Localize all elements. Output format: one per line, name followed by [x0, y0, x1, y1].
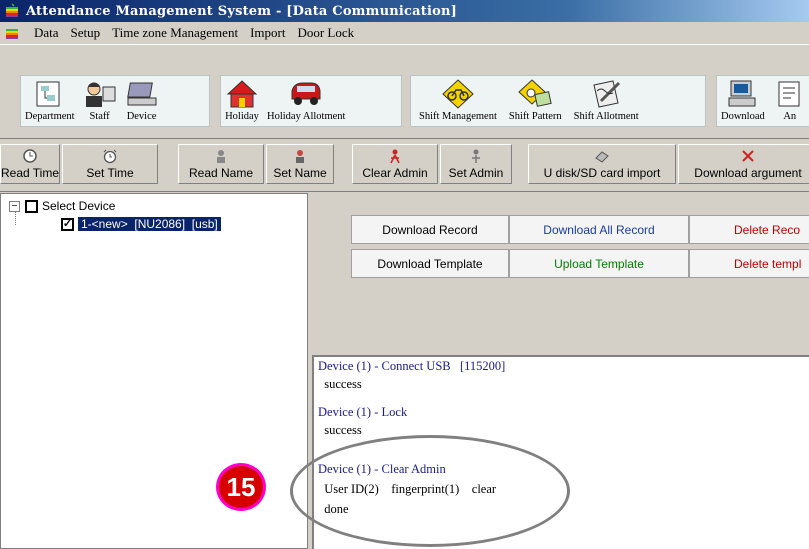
staff-label: Staff — [89, 111, 110, 122]
download-template-button[interactable]: Download Template — [351, 249, 509, 278]
delete-template-button[interactable]: Delete templ — [689, 249, 809, 278]
device-label: Device — [126, 111, 157, 122]
clock-sign-icon — [518, 79, 552, 107]
device-toolbar: Read Time Set Time Read Name Set Name Cl… — [0, 140, 809, 192]
holiday-label: Holiday — [225, 111, 259, 122]
holiday-allotment-label: Holiday Allotment — [267, 111, 346, 122]
usb-disk-import-button[interactable]: U disk/SD card import — [528, 144, 676, 184]
read-name-button[interactable]: Read Name — [178, 144, 264, 184]
toolbar-group-data: Download An — [716, 75, 809, 127]
bicycle-sign-icon — [442, 79, 474, 109]
select-all-checkbox[interactable] — [25, 199, 38, 213]
select-device-label: Select Device — [42, 199, 116, 213]
holiday-icon — [226, 80, 258, 108]
menu-data[interactable]: Data — [28, 25, 65, 41]
download-label: Download — [721, 111, 765, 122]
shift-allotment-label: Shift Allotment — [573, 111, 639, 122]
holiday-button[interactable]: Holiday — [221, 74, 263, 126]
department-icon — [36, 81, 60, 107]
read-name-icon — [217, 150, 225, 163]
shift-pattern-button[interactable]: Shift Pattern — [505, 74, 566, 126]
set-admin-button[interactable]: Set Admin — [440, 144, 512, 184]
shift-pattern-label: Shift Pattern — [508, 111, 562, 122]
download-record-button[interactable]: Download Record — [351, 215, 509, 244]
read-name-label: Read Name — [188, 166, 254, 180]
log-line: success — [318, 377, 362, 391]
tree-connector — [15, 212, 16, 225]
staff-button[interactable]: Staff — [79, 74, 121, 126]
window-title: Attendance Management System - [Data Com… — [26, 3, 457, 19]
computer-icon — [728, 80, 756, 107]
holiday-allotment-button[interactable]: Holiday Allotment — [263, 74, 349, 126]
action-panel: Download Record Download All Record Dele… — [309, 193, 809, 353]
set-name-icon — [296, 150, 304, 163]
menu-setup[interactable]: Setup — [65, 25, 107, 41]
clear-admin-button[interactable]: Clear Admin — [352, 144, 438, 184]
menu-import[interactable]: Import — [244, 25, 291, 41]
set-time-label: Set Time — [86, 166, 134, 180]
set-time-button[interactable]: Set Time — [62, 144, 158, 184]
apple-menu-icon[interactable] — [4, 25, 20, 41]
read-time-label: Read Time — [0, 166, 60, 180]
delete-record-button[interactable]: Delete Reco — [689, 215, 809, 244]
step-badge: 15 — [216, 463, 266, 511]
read-time-button[interactable]: Read Time — [0, 144, 60, 184]
shift-management-label: Shift Management — [419, 111, 497, 122]
download-all-record-button[interactable]: Download All Record — [509, 215, 689, 244]
pen-document-icon — [593, 80, 621, 108]
sd-card-icon — [595, 151, 609, 163]
download-argument-icon — [742, 150, 754, 162]
download-argument-button[interactable]: Download argument — [678, 144, 809, 184]
download-button[interactable]: Download — [717, 74, 769, 126]
device-icon — [126, 82, 157, 106]
device-button[interactable]: Device — [121, 74, 163, 126]
toolbar-group-holiday: Holiday Holiday Allotment — [220, 75, 402, 127]
apple-logo-icon — [6, 3, 18, 17]
device-item-label: 1-<new> [NU2086] [usb] — [78, 217, 221, 231]
log-line: Device (1) - Connect USB [115200] — [318, 359, 506, 373]
set-admin-icon — [472, 149, 480, 163]
toolbar-group-shift: Shift Management Shift Pattern Shift All… — [410, 75, 706, 127]
department-button[interactable]: Department — [21, 74, 79, 126]
staff-icon — [85, 82, 116, 107]
tree-item-device-1[interactable]: ✓ 1-<new> [NU2086] [usb] — [61, 217, 221, 231]
analysis-label: An — [783, 111, 797, 122]
set-name-label: Set Name — [273, 166, 327, 180]
menu-bar: Data Setup Time zone Management Import D… — [0, 22, 809, 43]
usb-disk-import-label: U disk/SD card import — [543, 166, 661, 180]
report-icon — [778, 81, 800, 107]
shift-management-button[interactable]: Shift Management — [411, 74, 505, 126]
device-checkbox[interactable]: ✓ — [61, 217, 74, 231]
tree-root-select-device[interactable]: − Select Device — [9, 199, 115, 213]
menu-time-zone-management[interactable]: Time zone Management — [106, 25, 244, 41]
log-line: success — [318, 423, 362, 437]
car-icon — [291, 82, 321, 105]
clear-admin-label: Clear Admin — [362, 166, 428, 180]
shift-allotment-button[interactable]: Shift Allotment — [566, 74, 647, 126]
highlight-ellipse — [290, 435, 570, 547]
log-line: Device (1) - Lock — [318, 405, 408, 419]
menu-door-lock[interactable]: Door Lock — [291, 25, 360, 41]
analysis-button[interactable]: An — [769, 74, 809, 126]
department-label: Department — [25, 111, 75, 122]
set-admin-label: Set Admin — [448, 166, 504, 180]
set-name-button[interactable]: Set Name — [266, 144, 334, 184]
collapse-icon[interactable]: − — [9, 200, 20, 212]
alarm-clock-icon — [103, 149, 117, 164]
main-toolbar: Department Staff Device Holiday Holiday … — [0, 44, 809, 139]
title-bar[interactable]: Attendance Management System - [Data Com… — [0, 0, 809, 22]
app-window: Attendance Management System - [Data Com… — [0, 0, 809, 549]
download-argument-label: Download argument — [694, 166, 802, 180]
upload-template-button[interactable]: Upload Template — [509, 249, 689, 278]
toolbar-group-org: Department Staff Device — [20, 75, 210, 127]
clock-icon — [23, 149, 37, 163]
clear-admin-icon — [390, 149, 400, 164]
